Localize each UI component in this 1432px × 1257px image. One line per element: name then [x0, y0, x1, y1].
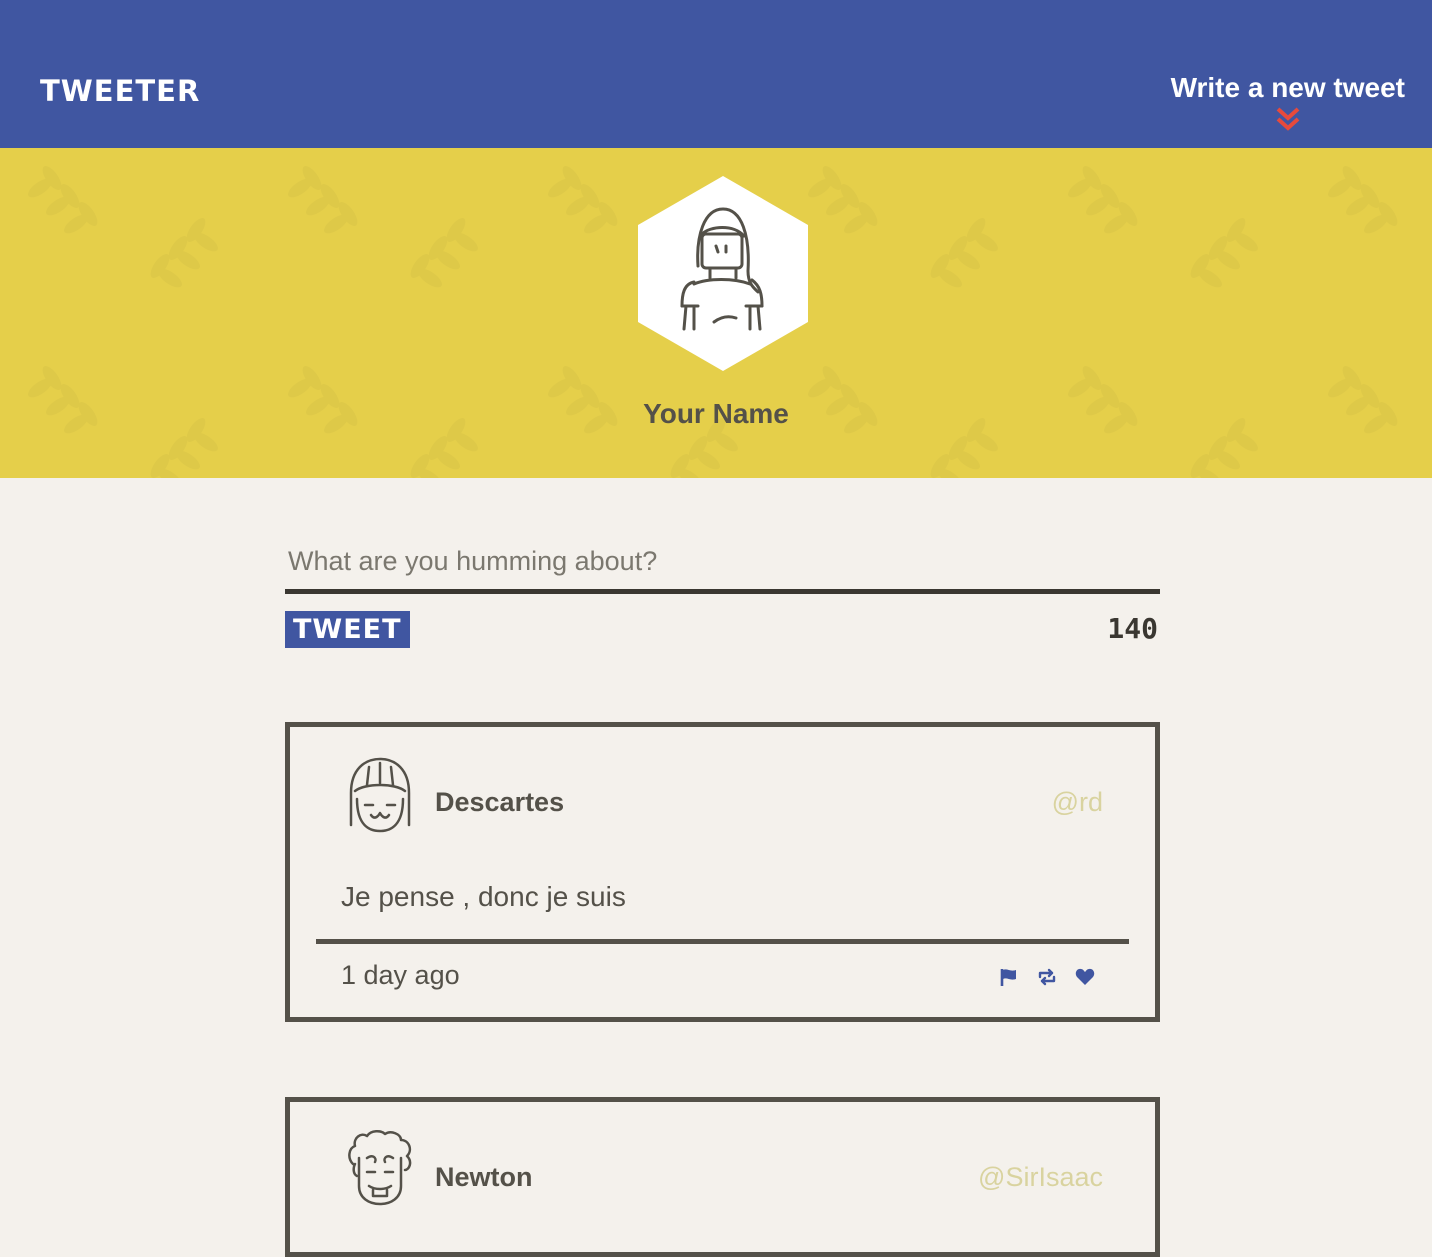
tweet-input[interactable]	[285, 540, 1160, 594]
tweet-handle[interactable]: @rd	[1052, 787, 1103, 818]
tweet-handle[interactable]: @SirIsaac	[978, 1162, 1103, 1193]
heart-icon[interactable]	[1075, 967, 1095, 987]
tweet-composer: TWEET 140	[285, 540, 1160, 648]
profile-name: Your Name	[643, 398, 789, 429]
avatar	[348, 1130, 412, 1206]
flag-icon[interactable]	[999, 967, 1019, 987]
tweet-card: Descartes @rd Je pense , donc je suis 1 …	[285, 722, 1160, 1022]
tweet-divider	[316, 939, 1129, 944]
write-new-tweet-link[interactable]: Write a new tweet	[1171, 72, 1405, 134]
avatar	[349, 757, 411, 833]
retweet-icon[interactable]	[1037, 967, 1057, 987]
tweet-card: Newton @SirIsaac	[285, 1097, 1160, 1257]
brand-logo[interactable]: TWEETER	[40, 74, 200, 108]
tweet-actions	[999, 967, 1095, 987]
top-nav: TWEETER Write a new tweet	[0, 0, 1432, 148]
tweet-submit-button[interactable]: TWEET	[285, 611, 410, 648]
tweet-content: Je pense , donc je suis	[341, 881, 626, 912]
tweet-author[interactable]: Newton	[435, 1162, 533, 1193]
tweet-author[interactable]: Descartes	[435, 787, 564, 818]
tweet-timestamp: 1 day ago	[341, 960, 460, 990]
character-counter: 140	[1107, 612, 1158, 645]
write-new-tweet-label[interactable]: Write a new tweet	[1171, 72, 1405, 103]
profile-avatar[interactable]	[638, 176, 808, 371]
double-chevron-down-icon[interactable]	[1274, 106, 1302, 134]
